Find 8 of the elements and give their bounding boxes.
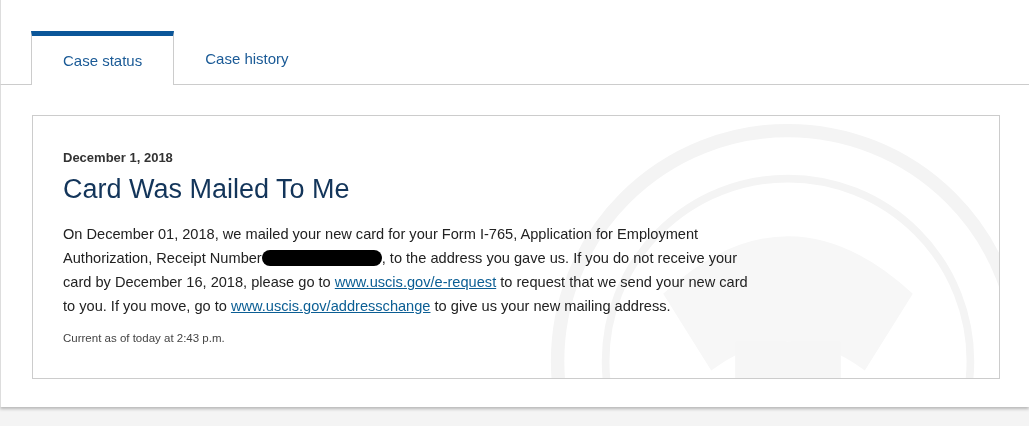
link[interactable]: www.uscis.gov/addresschange xyxy=(230,298,431,314)
tab[interactable]: Case history xyxy=(174,31,320,85)
updated-time: Current as of today at 2:43 p.m. xyxy=(63,332,226,344)
link[interactable]: www.uscis.gov/e-request xyxy=(334,274,497,290)
tab[interactable]: Case status xyxy=(31,31,175,85)
case-date: December 1, 2018 xyxy=(63,150,174,165)
case-description: On December 01, 2018, we mailed your new card for your Form I-765, Application for Employment Authorization, Receipt Number , to the address you gave us. If you do not receive your card by December 16, 2018, please go to www.uscis.gov/e-request to request that we send your new card to you. If you move, go to www.uscis.gov/addresschange to give us your new mailing address. xyxy=(63,225,749,316)
case-title: Card Was Mailed To Me xyxy=(63,174,351,205)
